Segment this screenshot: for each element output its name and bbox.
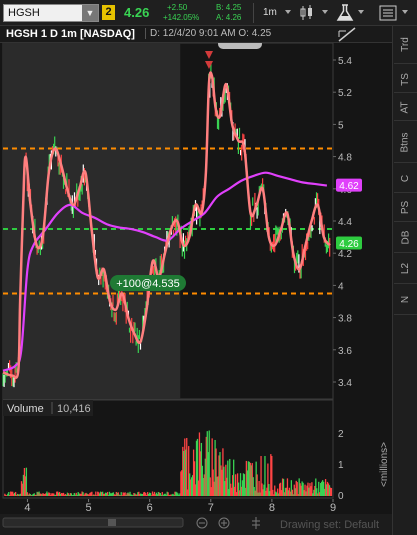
net-change: +2.50 — [167, 3, 188, 12]
studies-flask-icon[interactable] — [336, 3, 354, 23]
side-tab-label: C — [399, 174, 411, 182]
symbol-dropdown-icon[interactable]: ▼ — [82, 5, 98, 21]
time-axis-label: 5 — [85, 502, 91, 514]
time-axis-label: 7 — [208, 502, 214, 514]
toolbar: HGSH ▼ 2 4.26 +2.50 +142.05% B: 4.25 A: … — [0, 0, 417, 26]
scrollbar-thumb[interactable] — [108, 519, 116, 526]
volume-bar — [186, 437, 188, 496]
side-tab-db[interactable]: DB — [394, 223, 417, 253]
side-tab-label: DB — [400, 230, 411, 245]
volume-bar — [264, 456, 266, 496]
time-axis-label: 6 — [147, 502, 153, 514]
moving-average-value: 4.62 — [339, 181, 359, 192]
price-axis-label: 3.8 — [338, 314, 352, 325]
side-tab-n[interactable]: N — [394, 285, 417, 315]
volume-value: 10,416 — [57, 403, 91, 415]
symbol-text: HGSH — [8, 7, 40, 19]
volume-unit: <millions> — [379, 442, 390, 487]
horizontal-scrollbar[interactable] — [2, 517, 184, 528]
time-axis-label: 8 — [269, 502, 275, 514]
price-axis-label: 4.4 — [338, 217, 352, 228]
side-tab-label: AT — [399, 100, 411, 114]
side-tab-label: Trd — [399, 37, 411, 52]
volume-label: Volume — [7, 403, 44, 415]
side-tab-trd[interactable]: Trd — [394, 26, 417, 64]
side-tab-label: TS — [400, 72, 411, 86]
volume-bar — [25, 467, 28, 496]
side-tab-label: PS — [400, 200, 411, 215]
side-tab-c[interactable]: C — [394, 164, 417, 193]
chart-header: HGSH 1 D 1m [NASDAQ] D: 12/4/20 9:01 AM … — [0, 26, 392, 43]
drawing-tool-icon[interactable] — [338, 27, 356, 42]
volume-bar — [296, 482, 298, 496]
drawing-set-label[interactable]: Drawing set: Default — [280, 519, 379, 531]
time-axis-label: 4 — [24, 502, 30, 514]
chevron-down-icon[interactable] — [322, 10, 328, 14]
link-group-badge[interactable]: 2 — [102, 5, 115, 20]
chart-area[interactable]: +100@4.535 5.45.254.84.64.44.243.83.63.4… — [0, 39, 392, 535]
price-axis-label: 4.2 — [338, 249, 352, 260]
chart-canvas[interactable]: +100@4.535 5.45.254.84.64.44.243.83.63.4… — [0, 39, 392, 535]
price-axis-label: 5.2 — [338, 88, 352, 99]
side-tab-label: Btns — [399, 131, 411, 153]
price-axis-label: 4 — [338, 281, 344, 292]
chart-title: HGSH 1 D 1m [NASDAQ] — [6, 28, 135, 40]
price-axis-label: 3.4 — [338, 378, 352, 389]
bar-info: D: 12/4/20 9:01 AM O: 4.25 — [145, 28, 271, 39]
volume-axis-label: 2 — [338, 429, 344, 440]
side-tab-btns[interactable]: Btns — [394, 122, 417, 163]
last-price-value: 4.26 — [339, 239, 359, 250]
price-axis-label: 3.6 — [338, 346, 352, 357]
price-axis-label: 5 — [338, 120, 344, 131]
side-tab-label: L2 — [400, 262, 411, 275]
volume-axis-label: 1 — [338, 460, 344, 471]
side-tab-ts[interactable]: TS — [394, 66, 417, 93]
chevron-down-icon[interactable] — [402, 10, 408, 14]
high-bubble — [218, 39, 262, 49]
chart-settings-icon[interactable] — [378, 4, 398, 22]
price-axis-label: 4.8 — [338, 153, 352, 164]
chevron-down-icon[interactable] — [285, 10, 291, 14]
percent-change: +142.05% — [163, 13, 200, 22]
bid-price: B: 4.25 — [216, 3, 242, 12]
candlestick-icon[interactable] — [299, 4, 319, 22]
side-tab-label: N — [399, 295, 411, 304]
side-tab-ps[interactable]: PS — [394, 194, 417, 222]
timeframe-selector[interactable]: 1m — [263, 7, 277, 18]
volume-axis: 210 — [338, 429, 344, 502]
toolbar-divider — [253, 3, 254, 23]
volume-bar — [330, 488, 333, 496]
side-panel-tabs: Trd TS AT Btns C PS DB L2 N — [392, 26, 417, 535]
side-tab-at[interactable]: AT — [394, 94, 417, 121]
last-price: 4.26 — [124, 5, 150, 20]
chevron-down-icon[interactable] — [358, 10, 364, 14]
ask-price: A: 4.26 — [216, 13, 242, 22]
price-axis-label: 5.4 — [338, 56, 352, 67]
side-tab-l2[interactable]: L2 — [394, 254, 417, 284]
time-axis-label: 9 — [330, 502, 336, 514]
price-axis: 5.45.254.84.64.44.243.83.63.4 — [333, 56, 352, 389]
order-label[interactable]: +100@4.535 — [116, 278, 179, 290]
symbol-selector[interactable]: HGSH ▼ — [3, 4, 99, 22]
